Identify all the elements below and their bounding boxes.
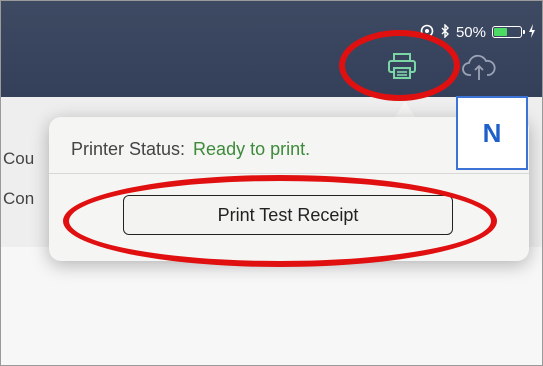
cloud-upload-button[interactable] bbox=[461, 53, 497, 85]
annotation-circle-printer bbox=[339, 30, 460, 101]
printer-status-label: Printer Status: bbox=[71, 139, 186, 159]
printer-status-value: Ready to print. bbox=[193, 139, 311, 159]
annotation-circle-test-button bbox=[63, 175, 497, 267]
printer-status-line: Printer Status: Ready to print. bbox=[71, 139, 310, 160]
background-row-2: Con bbox=[3, 189, 35, 208]
cloud-upload-icon bbox=[462, 53, 496, 86]
background-row-1: Cou bbox=[3, 149, 35, 168]
battery-icon bbox=[492, 26, 525, 38]
app-screen: 50% Cou Con Printer Status: Ready to pri… bbox=[0, 0, 543, 366]
annotation-label: N bbox=[456, 96, 528, 170]
popover-arrow bbox=[395, 101, 415, 117]
battery-percent: 50% bbox=[455, 23, 486, 41]
navigation-bar: 50% bbox=[1, 1, 542, 97]
bluetooth-icon bbox=[440, 22, 450, 41]
popover-divider bbox=[49, 173, 529, 174]
charging-icon bbox=[528, 23, 536, 41]
